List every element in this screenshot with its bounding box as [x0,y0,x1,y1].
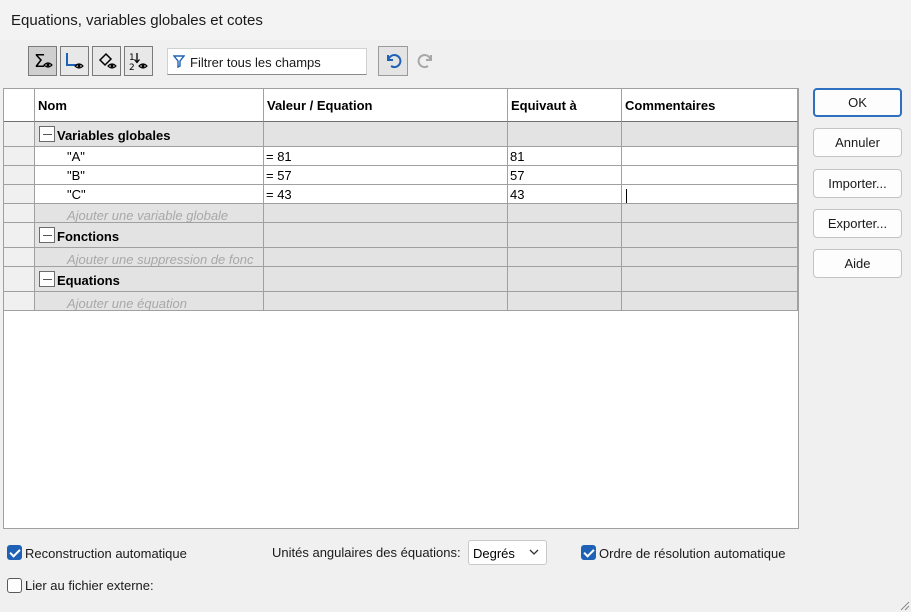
filter-placeholder: Filtrer tous les champs [190,55,321,70]
var-value[interactable]: = 57 [264,166,508,185]
add-function[interactable]: Ajouter une suppression de fonc [35,248,264,267]
group-row-variables-globales[interactable]: Variables globales [4,122,798,147]
select-all-cell[interactable] [4,89,35,122]
var-comment[interactable] [622,147,798,166]
header-valeur[interactable]: Valeur / Equation [264,89,508,122]
ordered-view-button[interactable]: 12 [124,46,153,76]
undo-button[interactable] [378,46,408,76]
filter-icon [173,55,185,68]
add-equation[interactable]: Ajouter une équation [35,292,264,311]
var-equals: 57 [508,166,622,185]
group-row-equations[interactable]: Equations [4,267,798,292]
equation-view-icon: Σ [34,51,53,72]
table-row[interactable]: "A" = 81 81 [4,147,798,166]
equations-table: Nom Valeur / Equation Equivaut à Comment… [3,88,799,529]
svg-text:2: 2 [129,63,135,72]
resize-grip-icon[interactable] [898,599,910,611]
var-value[interactable]: = 43 [264,185,508,204]
group-label: Variables globales [57,128,171,143]
sketch-equation-view-icon [65,53,84,69]
group-label: Equations [57,273,120,288]
title-bar: Equations, variables globales et cotes [0,0,911,40]
angular-units-value: Degrés [473,546,515,561]
text-caret [626,188,627,203]
header-commentaires[interactable]: Commentaires [622,89,798,122]
table-row[interactable]: "C" = 43 43 [4,185,798,204]
auto-rebuild-label: Reconstruction automatique [25,546,187,561]
header-equivaut[interactable]: Equivaut à [508,89,622,122]
cancel-button[interactable]: Annuler [813,128,902,157]
table-row[interactable]: "B" = 57 57 [4,166,798,185]
svg-text:Σ: Σ [34,51,45,72]
chevron-down-icon [529,549,539,555]
ok-button[interactable]: OK [813,88,902,117]
export-button[interactable]: Exporter... [813,209,902,238]
header-nom[interactable]: Nom [35,89,264,122]
redo-icon [417,54,432,69]
dimension-view-icon [98,52,117,69]
var-name[interactable]: "A" [35,147,264,166]
var-comment[interactable] [622,166,798,185]
filter-input[interactable]: Filtrer tous les champs [167,48,367,75]
add-equation-row[interactable]: Ajouter une équation [4,292,798,311]
window-title: Equations, variables globales et cotes [11,12,263,29]
equation-view-button[interactable]: Σ [28,46,57,76]
var-comment-active[interactable] [622,185,798,204]
auto-rebuild-checkbox[interactable] [7,545,22,560]
import-button[interactable]: Importer... [813,169,902,198]
add-function-row[interactable]: Ajouter une suppression de fonc [4,248,798,267]
collapse-icon[interactable] [39,271,55,287]
group-label: Fonctions [57,229,120,244]
dimension-view-button[interactable] [92,46,121,76]
redo-button[interactable] [412,46,440,76]
add-global-variable[interactable]: Ajouter une variable globale [35,204,264,223]
link-external-checkbox[interactable] [7,578,22,593]
var-value[interactable]: = 81 [264,147,508,166]
var-name[interactable]: "C" [35,185,264,204]
angular-units-label: Unités angulaires des équations: [272,545,461,560]
auto-solve-order-label: Ordre de résolution automatique [599,546,786,561]
help-button[interactable]: Aide [813,249,902,278]
collapse-icon[interactable] [39,227,55,243]
angular-units-select[interactable]: Degrés [468,540,547,565]
table-header: Nom Valeur / Equation Equivaut à Comment… [4,89,798,122]
sketch-equation-view-button[interactable] [60,46,89,76]
ordered-view-icon: 12 [129,53,148,72]
auto-solve-order-checkbox[interactable] [581,545,596,560]
undo-icon [387,54,402,69]
link-external-label: Lier au fichier externe: [25,578,154,593]
var-equals: 81 [508,147,622,166]
group-row-fonctions[interactable]: Fonctions [4,223,798,248]
svg-text:1: 1 [129,53,135,63]
add-global-variable-row[interactable]: Ajouter une variable globale [4,204,798,223]
var-equals: 43 [508,185,622,204]
collapse-icon[interactable] [39,126,55,142]
var-name[interactable]: "B" [35,166,264,185]
